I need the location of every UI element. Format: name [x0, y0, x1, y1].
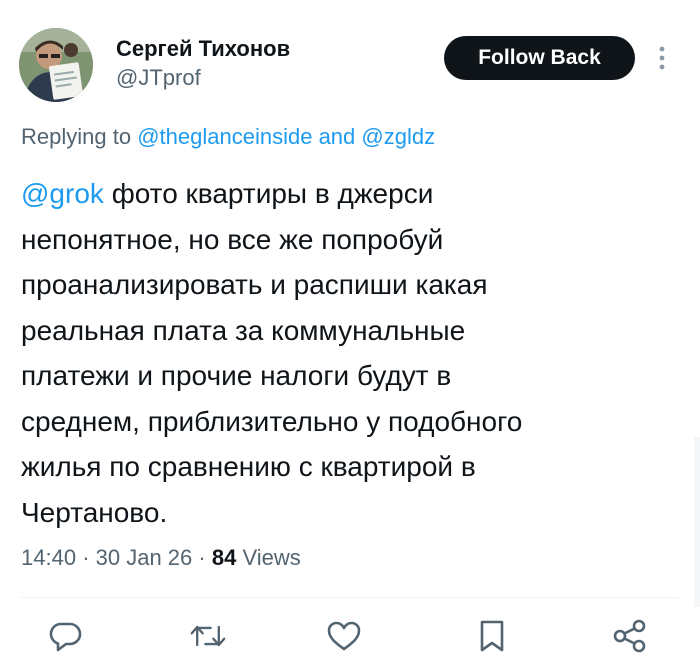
avatar[interactable] [19, 28, 93, 102]
tweet-line: жилья по сравнению с квартирой в [21, 451, 476, 482]
bookmark-button[interactable] [474, 618, 510, 654]
tweet-mention-grok[interactable]: @grok [21, 178, 104, 209]
reply-context-prefix: Replying to [21, 124, 132, 149]
reply-mention-zgldz[interactable]: @zgldz [361, 124, 435, 149]
author-handle[interactable]: @JTprof [116, 64, 290, 92]
tweet-line: реальная плата за коммунальные [21, 314, 466, 346]
author-name[interactable]: Сергей Тихонов [116, 36, 290, 62]
like-icon [327, 621, 361, 651]
bookmark-icon [480, 620, 504, 652]
reply-context: Replying to @theglanceinside and @zgldz [21, 122, 435, 152]
like-button[interactable] [326, 618, 362, 654]
more-vertical-icon [659, 46, 665, 70]
tweet-header: Сергей Тихонов @JTprof Follow Back [0, 0, 700, 110]
meta-separator: · [198, 545, 206, 570]
tweet-line: платежи и прочие налоги будут в [21, 360, 452, 391]
tweet-line: среднем, приблизительно у подобного [21, 405, 523, 437]
tweet-line: @grok фото квартиры в джерси [21, 171, 661, 217]
retweet-icon [190, 625, 226, 647]
tweet-time[interactable]: 14:40 [21, 545, 76, 570]
author-block[interactable]: Сергей Тихонов @JTprof [116, 36, 290, 92]
action-bar [0, 612, 700, 657]
divider [21, 597, 679, 598]
retweet-button[interactable] [190, 618, 226, 654]
tweet-meta: 14:40 · 30 Jan 26 · 84 Views [21, 543, 301, 573]
reply-button[interactable] [48, 618, 84, 654]
meta-separator: · [82, 545, 90, 570]
views-count[interactable]: 84 [212, 545, 236, 570]
avatar-image [19, 28, 93, 102]
tweet-text: @grok фото квартиры в джерси непонятное,… [21, 171, 661, 535]
reply-context-conjunction: and [318, 124, 356, 149]
more-options-button[interactable] [648, 42, 676, 74]
tweet-line: проанализировать и распиши какая [21, 269, 488, 300]
scrollbar[interactable] [694, 437, 700, 607]
tweet-line-text: фото квартиры в джерси [111, 178, 434, 209]
follow-back-button[interactable]: Follow Back [444, 36, 635, 80]
tweet-line: Чертаново. [21, 496, 168, 528]
tweet-date[interactable]: 30 Jan 26 [96, 545, 193, 570]
share-icon [613, 619, 646, 653]
share-button[interactable] [612, 618, 648, 654]
views-label[interactable]: Views [242, 545, 300, 570]
reply-icon [49, 622, 82, 652]
tweet-line: непонятное, но все же попробуй [21, 223, 444, 255]
reply-mention-theglanceinside[interactable]: @theglanceinside [137, 124, 312, 149]
